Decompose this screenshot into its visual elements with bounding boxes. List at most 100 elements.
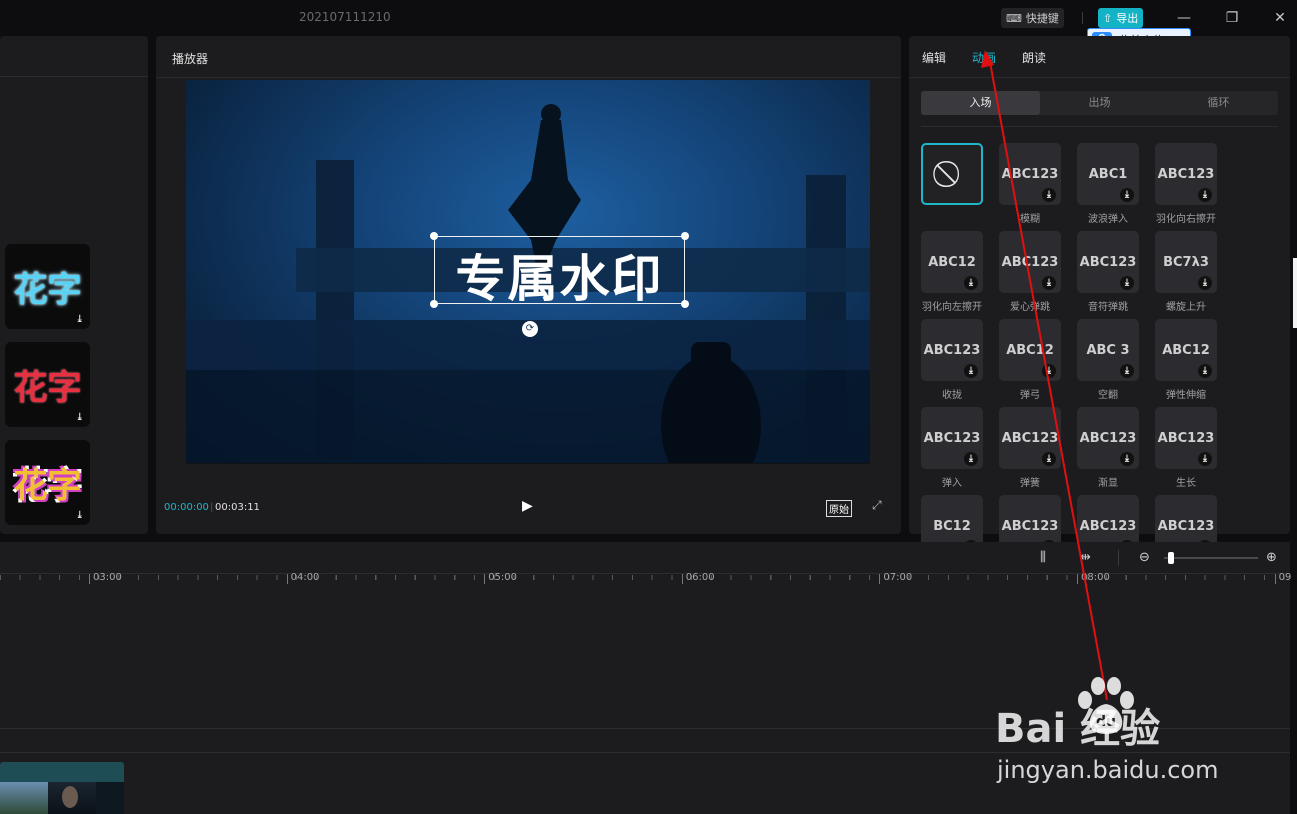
resize-handle[interactable] xyxy=(681,300,689,308)
flower-text-sticker-2[interactable]: 花字 ⤓ xyxy=(5,342,90,427)
download-icon[interactable]: ⤓ xyxy=(1198,452,1212,466)
download-icon[interactable]: ⤓ xyxy=(1120,188,1134,202)
time-separator: | xyxy=(210,502,214,513)
download-icon[interactable]: ⤓ xyxy=(1198,276,1212,290)
tab-animation[interactable]: 动画 xyxy=(972,49,996,66)
ruler-tick-label: 05:00 xyxy=(488,572,518,583)
resize-handle[interactable] xyxy=(430,300,438,308)
animation-none[interactable]: ⃠ xyxy=(921,143,983,205)
segment-out[interactable]: 出场 xyxy=(1040,91,1159,115)
flower-text-sticker-3[interactable]: 花字 ⤓ xyxy=(5,440,90,525)
animation-item[interactable]: ABC123 ⤓ xyxy=(1077,407,1139,469)
animation-label: 生长 xyxy=(1176,478,1196,489)
download-icon[interactable]: ⤓ xyxy=(964,276,978,290)
download-icon[interactable]: ⤓ xyxy=(1120,364,1134,378)
animation-item[interactable]: ABC12 ⤓ xyxy=(1155,319,1217,381)
rotate-icon[interactable]: ⟳ xyxy=(522,321,538,337)
animation-label: 羽化向左擦开 xyxy=(922,302,982,313)
animation-item[interactable]: ABC123 ⤓ xyxy=(921,319,983,381)
animation-item[interactable]: ABC123 ⤓ xyxy=(1077,231,1139,293)
baidu-jingyan-wordmark: Bai 经验 xyxy=(995,706,1161,752)
flower-text-sticker-1[interactable]: 花字 ⤓ xyxy=(5,244,90,329)
animation-label: 弹性伸缩 xyxy=(1166,390,1206,401)
segment-loop[interactable]: 循环 xyxy=(1159,91,1278,115)
clip-thumbnail xyxy=(48,782,96,814)
baidu-watermark: du Bai 经验 jingyan.baidu.com xyxy=(995,676,1235,786)
segment-in[interactable]: 入场 xyxy=(921,91,1040,115)
download-icon[interactable]: ⤓ xyxy=(1042,276,1056,290)
zoom-slider[interactable] xyxy=(1164,557,1258,559)
animation-preview: ABC12 xyxy=(1162,342,1210,358)
sticker-text: 花字 xyxy=(13,466,82,506)
download-icon[interactable]: ⤓ xyxy=(1042,188,1056,202)
animation-preview: ABC123 xyxy=(1157,518,1215,534)
animation-preview: ABC123 xyxy=(1001,166,1059,182)
split-icon[interactable]: ⫼ xyxy=(1040,550,1046,565)
animation-item[interactable]: ABC123 ⤓ xyxy=(999,231,1061,293)
resize-handle[interactable] xyxy=(430,232,438,240)
titlebar-divider xyxy=(1082,12,1083,24)
animation-item[interactable]: BC7λ3 ⤓ xyxy=(1155,231,1217,293)
animation-item[interactable]: ABC 3 ⤓ xyxy=(1077,319,1139,381)
keyboard-icon: ⌨ xyxy=(1006,11,1022,25)
animation-preview: ABC123 xyxy=(1079,518,1137,534)
animation-label: 渐显 xyxy=(1098,478,1118,489)
zoom-slider-knob[interactable] xyxy=(1168,552,1174,564)
export-button[interactable]: ⇧ 导出 xyxy=(1098,8,1144,28)
animation-label: 弹弓 xyxy=(1020,390,1040,401)
download-icon[interactable]: ⤓ xyxy=(1120,276,1134,290)
animation-label: 爱心弹跳 xyxy=(1010,302,1050,313)
animation-item[interactable]: ABC12 ⤓ xyxy=(999,319,1061,381)
ruler-tick-label: 08:00 xyxy=(1081,572,1110,583)
download-icon[interactable]: ⤓ xyxy=(76,510,84,521)
ruler-major-tick xyxy=(1274,574,1276,584)
tab-edit[interactable]: 编辑 xyxy=(922,49,946,66)
download-icon[interactable]: ⤓ xyxy=(964,452,978,466)
ratio-button[interactable]: 原始 xyxy=(826,500,852,517)
download-icon[interactable]: ⤓ xyxy=(1042,452,1056,466)
video-clip[interactable] xyxy=(0,762,124,814)
watermark-text-box[interactable]: 专属水印 xyxy=(430,232,689,308)
video-preview[interactable]: 专属水印 ⟳ xyxy=(186,80,870,463)
download-icon[interactable]: ⤓ xyxy=(1198,188,1212,202)
play-icon[interactable]: ▶ xyxy=(522,498,538,514)
animation-item[interactable]: ABC123 ⤓ xyxy=(999,143,1061,205)
animation-item[interactable]: ABC123 ⤓ xyxy=(999,407,1061,469)
download-icon[interactable]: ⤓ xyxy=(1120,452,1134,466)
fullscreen-icon[interactable]: ⤢ xyxy=(872,498,882,513)
download-icon[interactable]: ⤓ xyxy=(1042,364,1056,378)
tab-read-aloud[interactable]: 朗读 xyxy=(1022,49,1046,66)
download-icon[interactable]: ⤓ xyxy=(76,314,84,325)
download-icon[interactable]: ⤓ xyxy=(964,364,978,378)
zoom-in-icon[interactable]: ⊕ xyxy=(1266,550,1277,565)
player-panel: 播放器 专属水印 ⟳ 00:00:00 | 00:03:11 ▶ 原始 ⤢ xyxy=(156,36,901,534)
animation-type-segmented: 入场 出场 循环 xyxy=(921,91,1278,115)
export-label: 导出 xyxy=(1116,12,1139,25)
ruler-major-tick xyxy=(1077,574,1078,584)
animation-label: 弹入 xyxy=(942,478,962,489)
animation-item[interactable]: ABC123 ⤓ xyxy=(1155,407,1217,469)
animation-preview: BC12 xyxy=(933,518,971,534)
ruler-tick-label: 07:00 xyxy=(883,572,913,583)
animation-preview: ABC123 xyxy=(1001,518,1059,534)
animation-preview: ABC12 xyxy=(1006,342,1054,358)
edge-handle[interactable] xyxy=(1293,258,1297,328)
animation-item[interactable]: ABC1 ⤓ xyxy=(1077,143,1139,205)
animation-label: 模糊 xyxy=(1020,214,1040,225)
baidu-url: jingyan.baidu.com xyxy=(997,756,1219,784)
download-icon[interactable]: ⤓ xyxy=(76,412,84,423)
close-icon[interactable]: ✕ xyxy=(1270,8,1290,28)
animation-label: 螺旋上升 xyxy=(1166,302,1206,313)
minimize-icon[interactable]: — xyxy=(1174,8,1194,28)
animation-item[interactable]: ABC12 ⤓ xyxy=(921,231,983,293)
watermark-text: 专属水印 xyxy=(455,250,664,308)
download-icon[interactable]: ⤓ xyxy=(1198,364,1212,378)
resize-handle[interactable] xyxy=(681,232,689,240)
restore-icon[interactable]: ❐ xyxy=(1222,8,1242,28)
align-icon[interactable]: ⇹ xyxy=(1080,550,1091,565)
animation-label: 空翻 xyxy=(1098,390,1118,401)
animation-item[interactable]: ABC123 ⤓ xyxy=(921,407,983,469)
animation-item[interactable]: ABC123 ⤓ xyxy=(1155,143,1217,205)
shortcut-button[interactable]: ⌨ 快捷键 xyxy=(1001,8,1064,28)
zoom-out-icon[interactable]: ⊖ xyxy=(1139,550,1150,565)
